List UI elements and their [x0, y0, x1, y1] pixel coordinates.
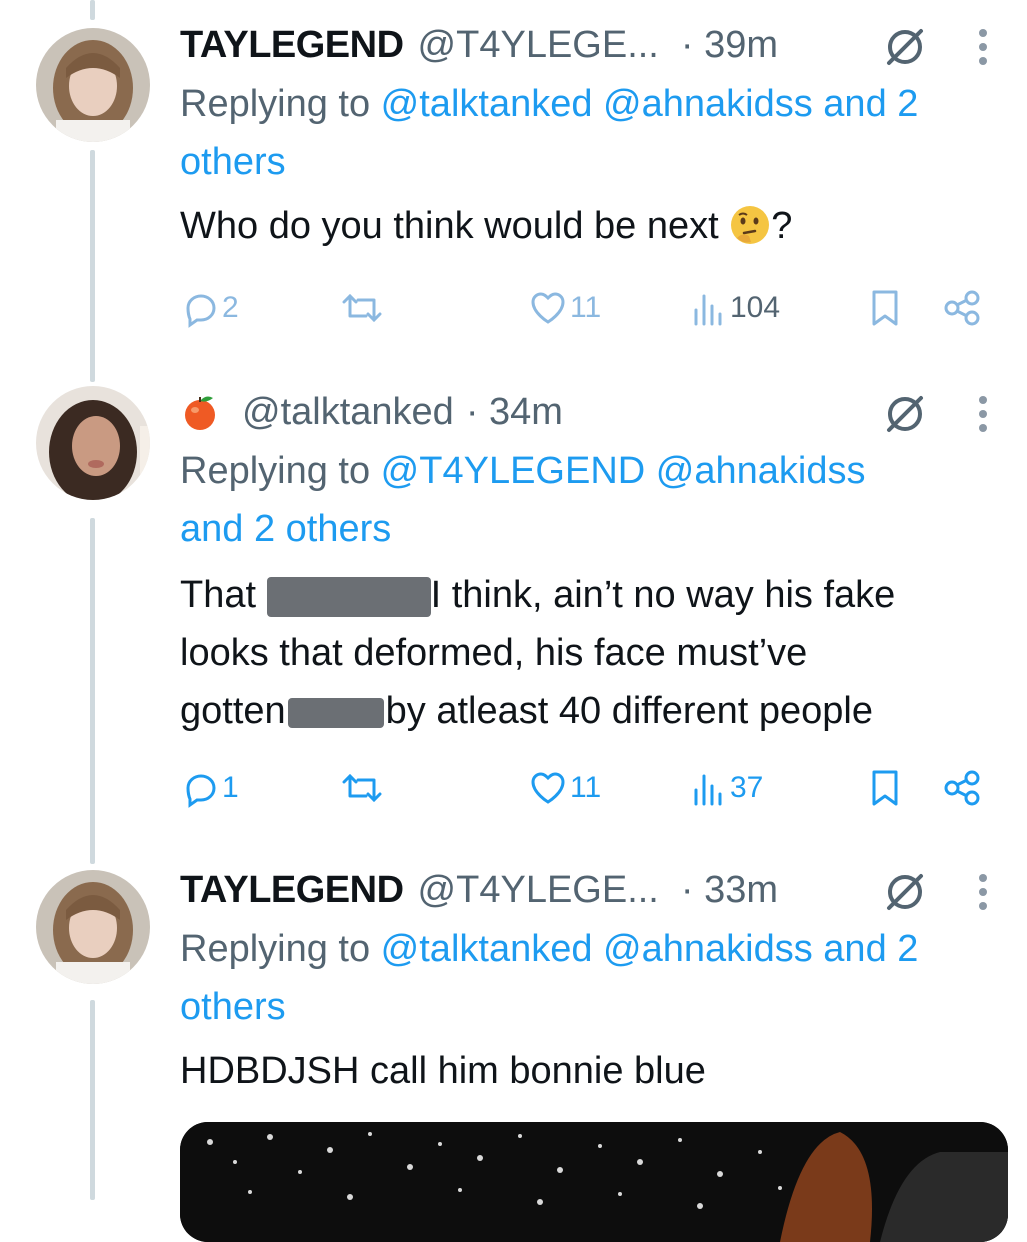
timestamp[interactable]: · 34m	[466, 391, 563, 434]
tweet-header: @talktanked · 34m	[180, 382, 1009, 442]
thread-line-2	[90, 518, 95, 864]
display-name[interactable]: TAYLEGEND	[180, 869, 404, 912]
retweet-icon	[342, 293, 382, 323]
reply-icon	[186, 774, 216, 808]
tweet-text: HDBDJSH call him bonnie blue	[180, 1050, 706, 1092]
handle[interactable]: @T4YLEGE...	[418, 24, 659, 67]
tangerine-emoji	[185, 396, 215, 430]
bookmark-icon	[872, 290, 898, 326]
reply-button[interactable]: 1	[180, 768, 239, 808]
avatar[interactable]	[36, 870, 150, 984]
views-icon	[694, 294, 722, 326]
thread-line-top	[90, 0, 95, 20]
mention-link[interactable]: @ahnakidss	[603, 928, 813, 970]
views-button[interactable]: 37	[692, 768, 763, 808]
mention-link[interactable]: @T4YLEGEND	[381, 450, 646, 492]
timestamp[interactable]: · 33m	[681, 869, 778, 912]
bookmark-button[interactable]	[868, 288, 902, 328]
retweet-button[interactable]	[340, 288, 384, 328]
media-image[interactable]	[180, 1122, 1008, 1242]
bookmark-button[interactable]	[868, 768, 902, 808]
avatar[interactable]	[36, 386, 150, 500]
more-icon[interactable]	[977, 392, 989, 436]
mention-link[interactable]: @ahnakidss	[656, 450, 866, 492]
grok-icon[interactable]	[883, 392, 927, 436]
like-icon	[531, 292, 565, 324]
reply-button[interactable]: 2	[180, 288, 239, 328]
mention-link[interactable]: @talktanked	[381, 83, 593, 125]
retweet-button[interactable]	[340, 768, 384, 808]
redaction-bar	[287, 697, 384, 728]
share-icon	[944, 290, 980, 326]
bookmark-icon	[872, 770, 898, 806]
views-button[interactable]: 104	[692, 288, 780, 328]
thinking-face-emoji	[731, 206, 770, 244]
tweet-text: That I think, ain’t no way his fake look…	[180, 574, 896, 732]
thread-line-3	[90, 1000, 95, 1200]
display-name[interactable]: TAYLEGEND	[180, 24, 404, 67]
tweet-actions: 2 11 104	[180, 288, 1000, 338]
more-icon[interactable]	[977, 25, 989, 69]
like-button[interactable]: 11	[528, 288, 601, 328]
more-icon[interactable]	[977, 870, 989, 914]
replying-to: Replying to @talktanked @ahnakidss and 2…	[180, 928, 919, 1028]
timestamp[interactable]: · 39m	[681, 24, 778, 67]
thread-line-1	[90, 150, 95, 382]
handle[interactable]: @talktanked	[242, 391, 454, 434]
mention-link[interactable]: @talktanked	[381, 928, 593, 970]
tweet-header: TAYLEGEND @T4YLEGE... · 33m	[180, 860, 1009, 920]
like-icon	[531, 772, 565, 804]
tweet-actions: 1 11 37	[180, 768, 1000, 818]
redaction-bar	[266, 576, 431, 617]
tweet-header: TAYLEGEND @T4YLEGE... · 39m	[180, 15, 1009, 75]
replying-to: Replying to @T4YLEGEND @ahnakidss and 2 o…	[180, 450, 866, 550]
share-button[interactable]	[942, 288, 982, 328]
grok-icon[interactable]	[883, 870, 927, 914]
tweet-text: Who do you think would be next ?	[180, 205, 793, 247]
like-button[interactable]: 11	[528, 768, 601, 808]
handle[interactable]: @T4YLEGE...	[418, 869, 659, 912]
others-link[interactable]: and 2 others	[180, 508, 391, 550]
grok-icon[interactable]	[883, 25, 927, 69]
avatar[interactable]	[36, 28, 150, 142]
share-button[interactable]	[942, 768, 982, 808]
views-icon	[694, 774, 722, 806]
reply-icon	[186, 294, 216, 328]
retweet-icon	[342, 773, 382, 803]
share-icon	[944, 770, 980, 806]
replying-to: Replying to @talktanked @ahnakidss and 2…	[180, 83, 919, 183]
mention-link[interactable]: @ahnakidss	[603, 83, 813, 125]
